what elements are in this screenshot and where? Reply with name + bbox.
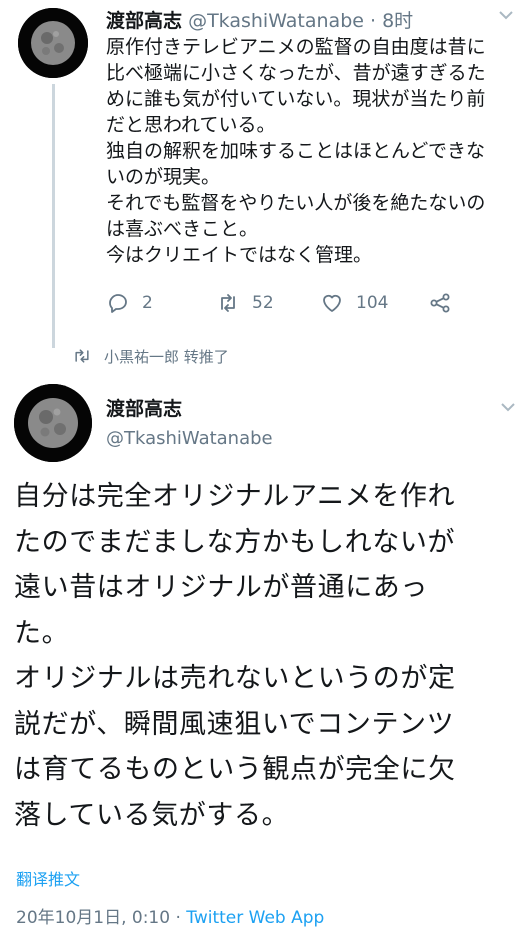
tweet1-handle[interactable]: @TkashiWatanabe xyxy=(188,10,364,32)
reply-button[interactable]: 2 xyxy=(106,288,153,318)
tweet2-line: オリジナルは売れないというのが定 xyxy=(14,663,456,694)
translate-tweet-link[interactable]: 翻译推文 xyxy=(16,866,80,890)
tweet2-line: 自分は完全オリジナルアニメを作れ xyxy=(14,481,456,512)
retweet-banner-text: 小黒祐一郎 转推了 xyxy=(104,347,229,366)
tweet2-source-app[interactable]: Twitter Web App xyxy=(186,908,324,928)
tweet1-line: いのが現実。 xyxy=(106,166,221,188)
chevron-down-icon[interactable] xyxy=(497,398,519,416)
chevron-down-icon[interactable] xyxy=(495,6,517,24)
tweet1-line: 原作付きテレビアニメの監督の自由度は昔に xyxy=(106,36,486,58)
moon-avatar-image xyxy=(14,384,92,462)
heart-icon xyxy=(323,294,341,312)
retweet-count: 52 xyxy=(252,293,274,313)
tweet1-line: 独自の解釈を加味することはほとんどできな xyxy=(106,140,486,162)
tweet2-line: は育てるものという観点が完全に欠 xyxy=(14,754,456,785)
tweet2-author-name[interactable]: 渡部高志 xyxy=(106,394,182,421)
like-count: 104 xyxy=(356,293,389,313)
tweet1-line: めに誰も気が付いていない。現状が当たり前 xyxy=(106,88,486,110)
tweet1-line: は喜ぶべきこと。 xyxy=(106,218,259,240)
retweet-icon xyxy=(75,349,89,363)
tweet1-line: それでも監督をやりたい人が後を絶たないの xyxy=(106,192,486,214)
tweet1-author-name[interactable]: 渡部高志 xyxy=(106,10,182,32)
thread-connector-line xyxy=(52,84,55,348)
tweet2-avatar[interactable] xyxy=(14,384,92,462)
reply-icon xyxy=(109,294,127,313)
tweet1-line: だと思われている。 xyxy=(106,114,276,136)
meta-separator: · xyxy=(170,908,187,928)
reply-count: 2 xyxy=(142,293,153,313)
tweet1-line: 今はクリエイトではなく管理。 xyxy=(106,244,373,266)
tweet1-line: 比べ極端に小さくなったが、昔が遠すぎるた xyxy=(106,62,486,84)
tweet2-meta: 20年10月1日, 0:10 · Twitter Web App xyxy=(16,903,324,928)
tweet2-text: 自分は完全オリジナルアニメを作れ たのでまだましな方かもしれないが 遠い昔はオリ… xyxy=(14,474,519,838)
tweet2-line: た。 xyxy=(14,617,70,649)
tweet1-separator: · xyxy=(370,10,377,32)
tweet2-line: 落している気がする。 xyxy=(14,799,290,831)
tweet2-line: 説だが、瞬間風速狙いでコンテンツ xyxy=(14,708,455,740)
tweet2-handle[interactable]: @TkashiWatanabe xyxy=(106,428,273,449)
like-button[interactable]: 104 xyxy=(320,288,388,318)
retweet-button[interactable]: 52 xyxy=(216,288,274,318)
tweet1-header: 渡部高志 @TkashiWatanabe · 8时 xyxy=(106,8,413,34)
tweet1-avatar[interactable] xyxy=(18,8,88,78)
tweet1-text: 原作付きテレビアニメの監督の自由度は昔に 比べ極端に小さくなったが、昔が遠すぎる… xyxy=(106,34,518,268)
moon-avatar-image xyxy=(18,8,88,78)
share-button[interactable] xyxy=(428,288,464,318)
retweet-banner[interactable]: 小黒祐一郎 转推了 xyxy=(72,344,229,368)
tweet2-line: たのでまだましな方かもしれないが xyxy=(14,526,456,558)
tweet2-line: 遠い昔はオリジナルが普通にあっ xyxy=(14,572,428,603)
share-icon xyxy=(430,293,450,313)
tweet1-time[interactable]: 8时 xyxy=(382,10,413,32)
tweet1-action-bar: 2 52 104 xyxy=(106,288,486,318)
tweet2-timestamp[interactable]: 20年10月1日, 0:10 xyxy=(16,908,170,928)
retweet-icon xyxy=(221,294,235,312)
